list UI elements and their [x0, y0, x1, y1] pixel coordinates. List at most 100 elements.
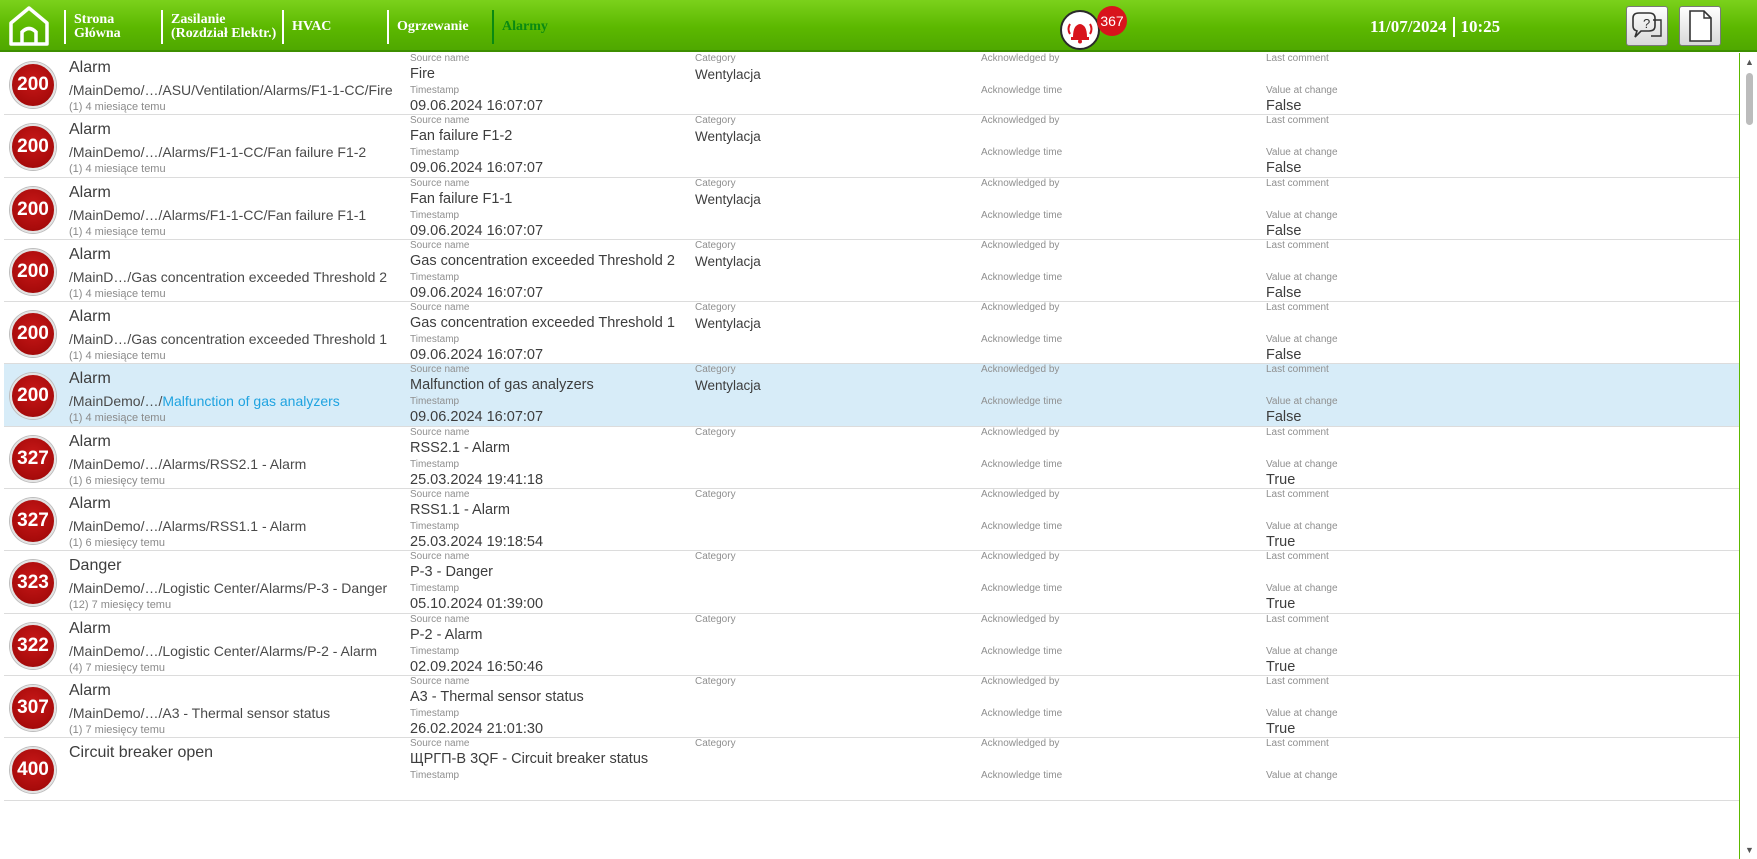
timestamp-value: 25.03.2024 19:41:18	[410, 471, 544, 488]
alarm-title: Circuit breaker open	[69, 744, 214, 762]
alarm-path: /MainD…/Gas concentration exceeded Thres…	[69, 268, 388, 285]
category-value: Wentylacja	[695, 316, 761, 332]
value-at-change-value: False	[1266, 347, 1302, 364]
last-comment-label: Last comment	[1266, 115, 1329, 127]
acknowledged-by-label: Acknowledged by	[981, 177, 1060, 189]
alarm-title: Alarm	[69, 495, 111, 513]
category-value: Wentylacja	[695, 378, 761, 394]
alarm-row[interactable]: 327 Alarm /MainDemo/…/Alarms/RSS1.1 - Al…	[4, 489, 1739, 552]
nav-item-zasilanie[interactable]: Zasilanie (Rozdział Elektr.)	[161, 10, 276, 44]
alarm-age: (4) 7 miesięcy temu	[69, 661, 165, 674]
source-name-value: Fan failure F1-2	[410, 128, 513, 145]
alarm-row[interactable]: 327 Alarm /MainDemo/…/Alarms/RSS2.1 - Al…	[4, 426, 1739, 490]
priority-badge: 200	[10, 124, 56, 171]
timestamp-label: Timestamp	[410, 583, 460, 595]
acknowledged-by-label: Acknowledged by	[981, 53, 1060, 64]
alarm-age: (1) 6 miesięcy temu	[69, 537, 165, 550]
last-comment-label: Last comment	[1266, 613, 1329, 625]
alarm-row[interactable]: 200 Alarm /MainD…/Gas concentration exce…	[4, 239, 1739, 303]
alarm-row[interactable]: 307 Alarm /MainDemo/…/A3 - Thermal senso…	[4, 675, 1739, 739]
nav-item-ogrzewanie[interactable]: Ogrzewanie	[387, 10, 469, 44]
alarm-row[interactable]: 200 Alarm /MainDemo/…/Alarms/F1-1-CC/Fan…	[4, 177, 1739, 240]
value-at-change-label: Value at change	[1266, 209, 1338, 221]
value-at-change-value: False	[1266, 160, 1302, 177]
priority-badge: 327	[10, 435, 56, 482]
value-at-change-value: True	[1266, 658, 1296, 675]
alarm-age: (1) 4 miesiące temu	[69, 350, 166, 363]
help-button[interactable]: ?	[1626, 6, 1668, 46]
priority-badge: 327	[10, 498, 56, 545]
value-at-change-value: False	[1266, 409, 1302, 426]
nav-item-hvac[interactable]: HVAC	[282, 10, 331, 44]
timestamp-value: 09.06.2024 16:07:07	[410, 160, 544, 177]
alarm-list: 200 Alarm /MainDemo/…/ASU/Ventilation/Al…	[4, 53, 1740, 859]
scroll-thumb[interactable]	[1746, 73, 1753, 125]
timestamp-value: 02.09.2024 16:50:46	[410, 658, 544, 675]
value-at-change-label: Value at change	[1266, 645, 1338, 657]
value-at-change-value: True	[1266, 534, 1296, 551]
source-name-label: Source name	[410, 551, 470, 563]
source-name-value: RSS2.1 - Alarm	[410, 439, 510, 456]
category-value: Wentylacja	[695, 129, 761, 145]
document-button[interactable]	[1679, 6, 1721, 46]
timestamp-value: 25.03.2024 19:18:54	[410, 534, 544, 551]
alarm-row[interactable]: 200 Alarm /MainDemo/…/Alarms/F1-1-CC/Fan…	[4, 115, 1739, 178]
alarm-row[interactable]: 200 Alarm /MainDemo/…/ASU/Ventilation/Al…	[4, 53, 1739, 116]
last-comment-label: Last comment	[1266, 551, 1329, 563]
alarm-row[interactable]: 200 Alarm /MainD…/Gas concentration exce…	[4, 302, 1739, 365]
alarm-row[interactable]: 200 Alarm /MainDemo/…/Malfunction of gas…	[4, 364, 1739, 427]
document-icon	[1689, 10, 1712, 42]
value-at-change-label: Value at change	[1266, 334, 1338, 346]
datetime-divider	[1452, 17, 1455, 37]
scroll-down-arrow-icon[interactable]: ▼	[1745, 845, 1754, 855]
alarm-row[interactable]: 400 Circuit breaker open Source name ЩРГ…	[4, 738, 1739, 801]
home-icon[interactable]	[6, 4, 54, 48]
last-comment-label: Last comment	[1266, 302, 1329, 314]
alarm-path-link[interactable]: Malfunction of gas analyzers	[162, 393, 339, 409]
acknowledge-time-label: Acknowledge time	[981, 85, 1063, 96]
alarm-path: /MainDemo/…/Malfunction of gas analyzers	[69, 393, 340, 409]
acknowledge-time-label: Acknowledge time	[981, 583, 1063, 595]
priority-badge: 307	[10, 684, 56, 731]
acknowledged-by-label: Acknowledged by	[981, 675, 1060, 687]
alarm-title: Alarm	[69, 370, 111, 388]
svg-text:?: ?	[1643, 16, 1650, 31]
timestamp-label: Timestamp	[410, 271, 460, 283]
source-name-value: A3 - Thermal sensor status	[410, 688, 584, 705]
alarm-row[interactable]: 322 Alarm /MainDemo/…/Logistic Center/Al…	[4, 613, 1739, 676]
source-name-value: Malfunction of gas analyzers	[410, 377, 594, 394]
nav-item-alarmy[interactable]: Alarmy	[492, 10, 548, 44]
current-time: 10:25	[1460, 17, 1501, 36]
source-name-label: Source name	[410, 489, 470, 501]
value-at-change-label: Value at change	[1266, 396, 1338, 408]
source-name-label: Source name	[410, 613, 470, 625]
category-label: Category	[695, 613, 736, 625]
alarm-row[interactable]: 323 Danger /MainDemo/…/Logistic Center/A…	[4, 551, 1739, 614]
source-name-label: Source name	[410, 426, 470, 438]
scroll-up-arrow-icon[interactable]: ▲	[1745, 57, 1754, 67]
last-comment-label: Last comment	[1266, 177, 1329, 189]
alarm-title: Alarm	[69, 432, 111, 450]
alarm-path: /MainDemo/…/Alarms/F1-1-CC/Fan failure F…	[69, 144, 367, 161]
alarm-path: /MainDemo/…/Alarms/RSS1.1 - Alarm	[69, 518, 307, 535]
acknowledged-by-label: Acknowledged by	[981, 426, 1060, 438]
acknowledged-by-label: Acknowledged by	[981, 489, 1060, 501]
acknowledge-time-label: Acknowledge time	[981, 707, 1063, 719]
timestamp-label: Timestamp	[410, 458, 460, 470]
category-label: Category	[695, 302, 736, 314]
scrollbar[interactable]: ▲ ▼	[1741, 53, 1757, 859]
alarm-indicator[interactable]: 367	[1060, 6, 1127, 50]
acknowledge-time-label: Acknowledge time	[981, 521, 1063, 533]
priority-badge: 400	[10, 747, 56, 794]
timestamp-label: Timestamp	[410, 147, 460, 159]
value-at-change-value: True	[1266, 596, 1296, 613]
last-comment-label: Last comment	[1266, 675, 1329, 687]
last-comment-label: Last comment	[1266, 364, 1329, 376]
alarm-title: Alarm	[69, 59, 111, 76]
last-comment-label: Last comment	[1266, 426, 1329, 438]
nav-item-strona-glowna[interactable]: Strona Główna	[64, 10, 121, 44]
priority-badge: 200	[10, 248, 56, 295]
value-at-change-value: False	[1266, 284, 1302, 301]
alarm-title: Alarm	[69, 121, 111, 139]
acknowledged-by-label: Acknowledged by	[981, 302, 1060, 314]
